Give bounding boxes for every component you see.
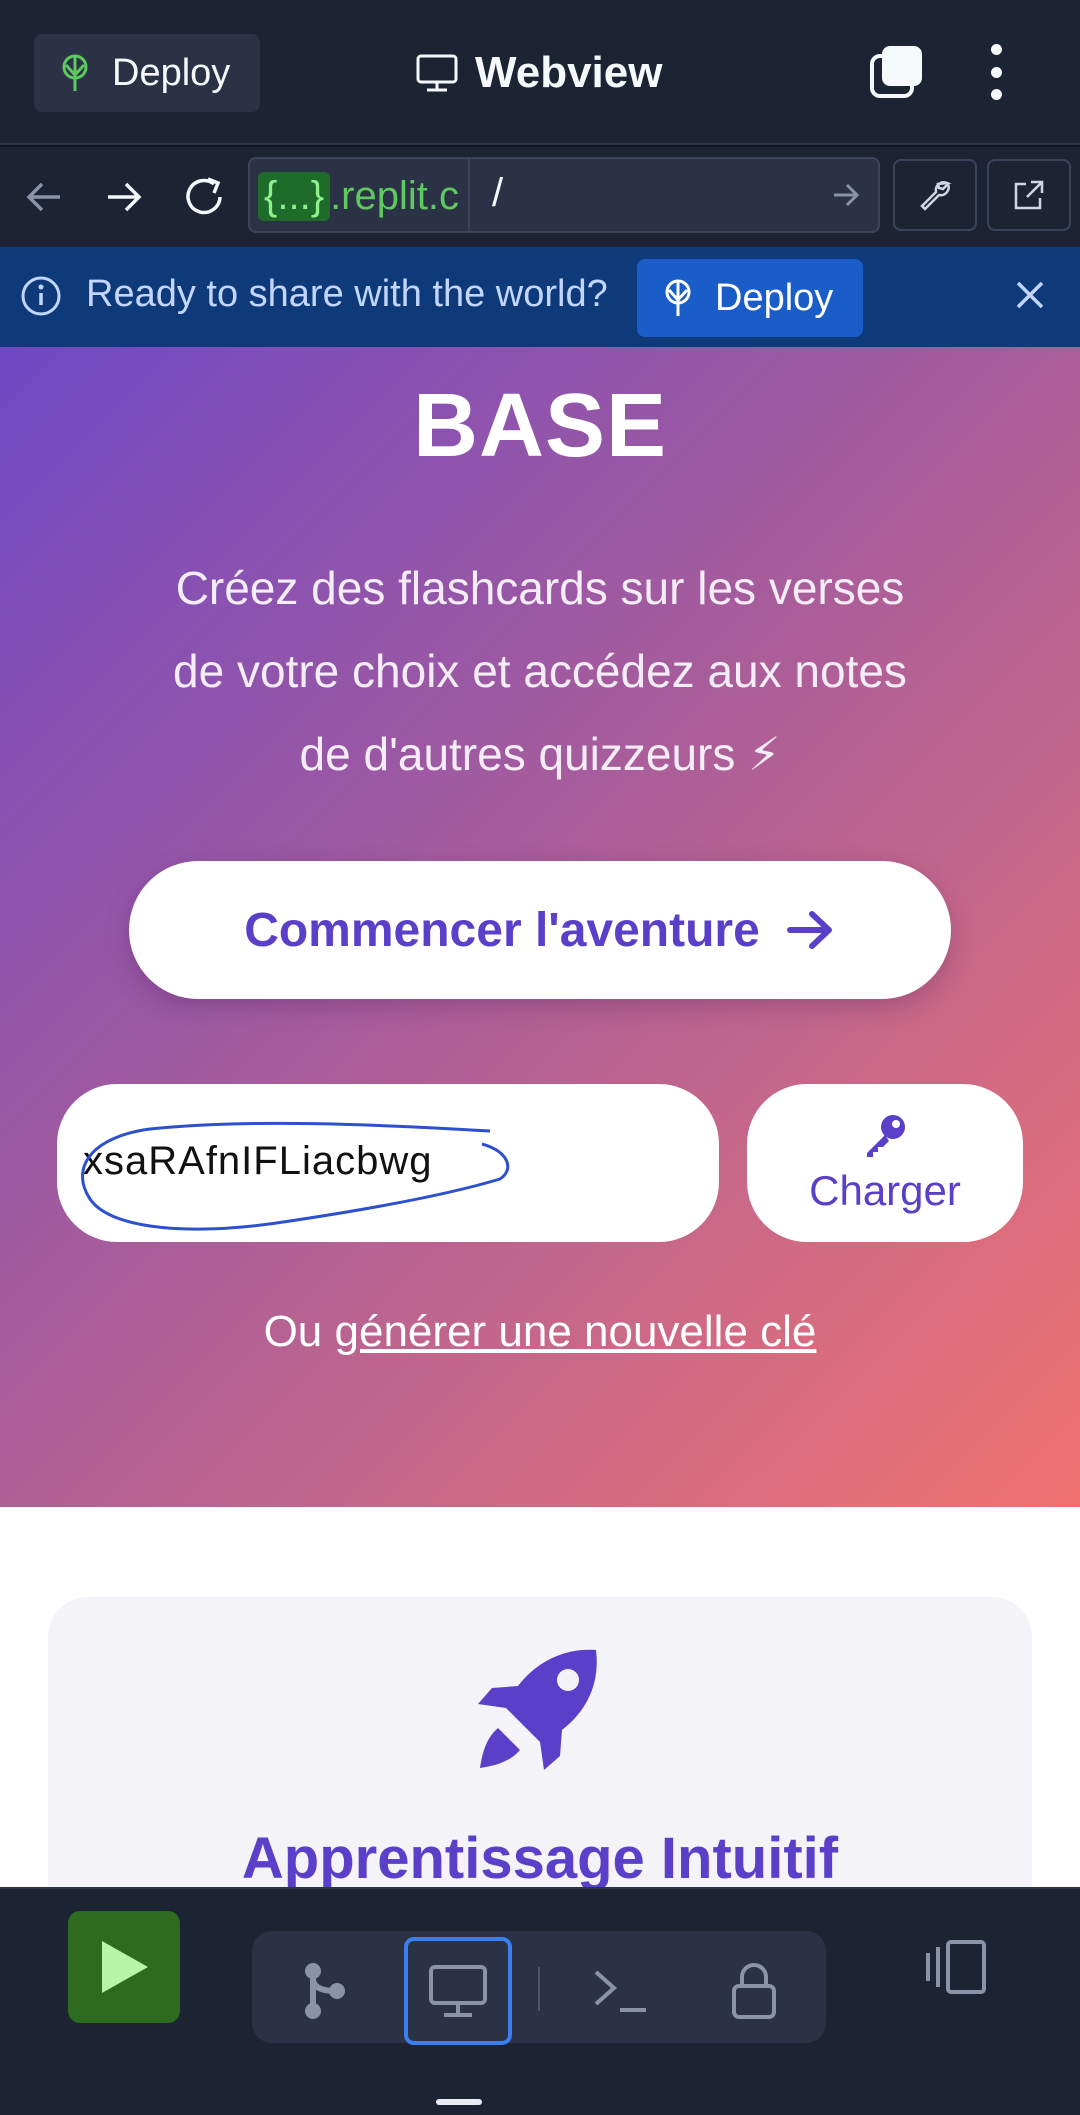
- info-icon: [21, 276, 61, 316]
- shell-icon: [594, 1970, 646, 2012]
- url-host: {...} .replit.c: [258, 167, 470, 225]
- webview-title: Webview: [415, 40, 662, 106]
- banner-deploy-button[interactable]: Deploy: [637, 259, 863, 337]
- bottom-dock: [0, 1887, 1080, 2115]
- panels-button[interactable]: [920, 1931, 992, 2003]
- webview-icon: [429, 1965, 487, 2017]
- webview-title-label: Webview: [475, 48, 663, 97]
- load-key-button[interactable]: Charger: [747, 1084, 1023, 1242]
- url-input[interactable]: {...} .replit.c /: [248, 157, 880, 233]
- tool-group: [252, 1931, 826, 2045]
- hero-subtitle: Créez des flashcards sur les verses de v…: [173, 562, 907, 780]
- deploy-icon: [62, 54, 88, 91]
- tabs-icon[interactable]: [868, 44, 924, 100]
- secrets-tool[interactable]: [700, 1937, 808, 2045]
- kebab-menu-icon[interactable]: [978, 44, 1014, 100]
- url-toolbar: {...} .replit.c /: [0, 147, 1080, 247]
- banner-deploy-label: Deploy: [715, 276, 834, 319]
- feature-title: Apprentissage Intuitif: [241, 1826, 839, 1887]
- deploy-button-label: Deploy: [112, 51, 231, 94]
- monitor-icon: [416, 54, 458, 92]
- start-adventure-button[interactable]: Commencer l'aventure: [129, 861, 951, 999]
- wrench-icon: [920, 181, 952, 211]
- page-title: BASE: [412, 376, 668, 476]
- webview-page: BASE Créez des flashcards sur les verses…: [0, 347, 1080, 1887]
- top-bar: Deploy Webview: [0, 0, 1080, 145]
- forward-arrow-icon[interactable]: [98, 171, 150, 223]
- git-tool[interactable]: [270, 1937, 378, 2045]
- rocket-icon: [478, 1649, 597, 1770]
- generate-key-line: Ou générer une nouvelle clé: [263, 1307, 817, 1356]
- generate-key-link[interactable]: générer une nouvelle clé: [335, 1307, 817, 1356]
- git-icon: [305, 1963, 345, 2019]
- url-path[interactable]: /: [492, 171, 503, 216]
- devtools-button[interactable]: [893, 159, 977, 231]
- deploy-banner: Ready to share with the world? Deploy: [0, 247, 1080, 347]
- banner-message: Ready to share with the world?: [86, 273, 608, 315]
- run-icon: [102, 1941, 148, 1993]
- webview-tool[interactable]: [404, 1937, 512, 2045]
- run-button[interactable]: [68, 1911, 180, 2023]
- arrow-right-icon: [786, 911, 832, 949]
- go-arrow-icon[interactable]: [830, 179, 862, 211]
- shell-tool[interactable]: [566, 1937, 674, 2045]
- load-key-label: Charger: [809, 1167, 961, 1214]
- deploy-icon: [665, 279, 691, 316]
- panels-icon: [926, 1940, 986, 1994]
- start-adventure-label: Commencer l'aventure: [244, 903, 760, 957]
- key-icon: [867, 1115, 905, 1157]
- close-icon[interactable]: [1012, 277, 1048, 313]
- home-indicator: [436, 2099, 482, 2105]
- open-external-button[interactable]: [987, 159, 1071, 231]
- back-arrow-icon[interactable]: [18, 171, 70, 223]
- open-external-icon: [1014, 180, 1044, 210]
- refresh-icon[interactable]: [178, 171, 230, 223]
- secrets-lock-icon: [732, 1963, 776, 2019]
- deploy-button[interactable]: Deploy: [34, 34, 260, 112]
- annotation-scribble: [81, 1121, 510, 1231]
